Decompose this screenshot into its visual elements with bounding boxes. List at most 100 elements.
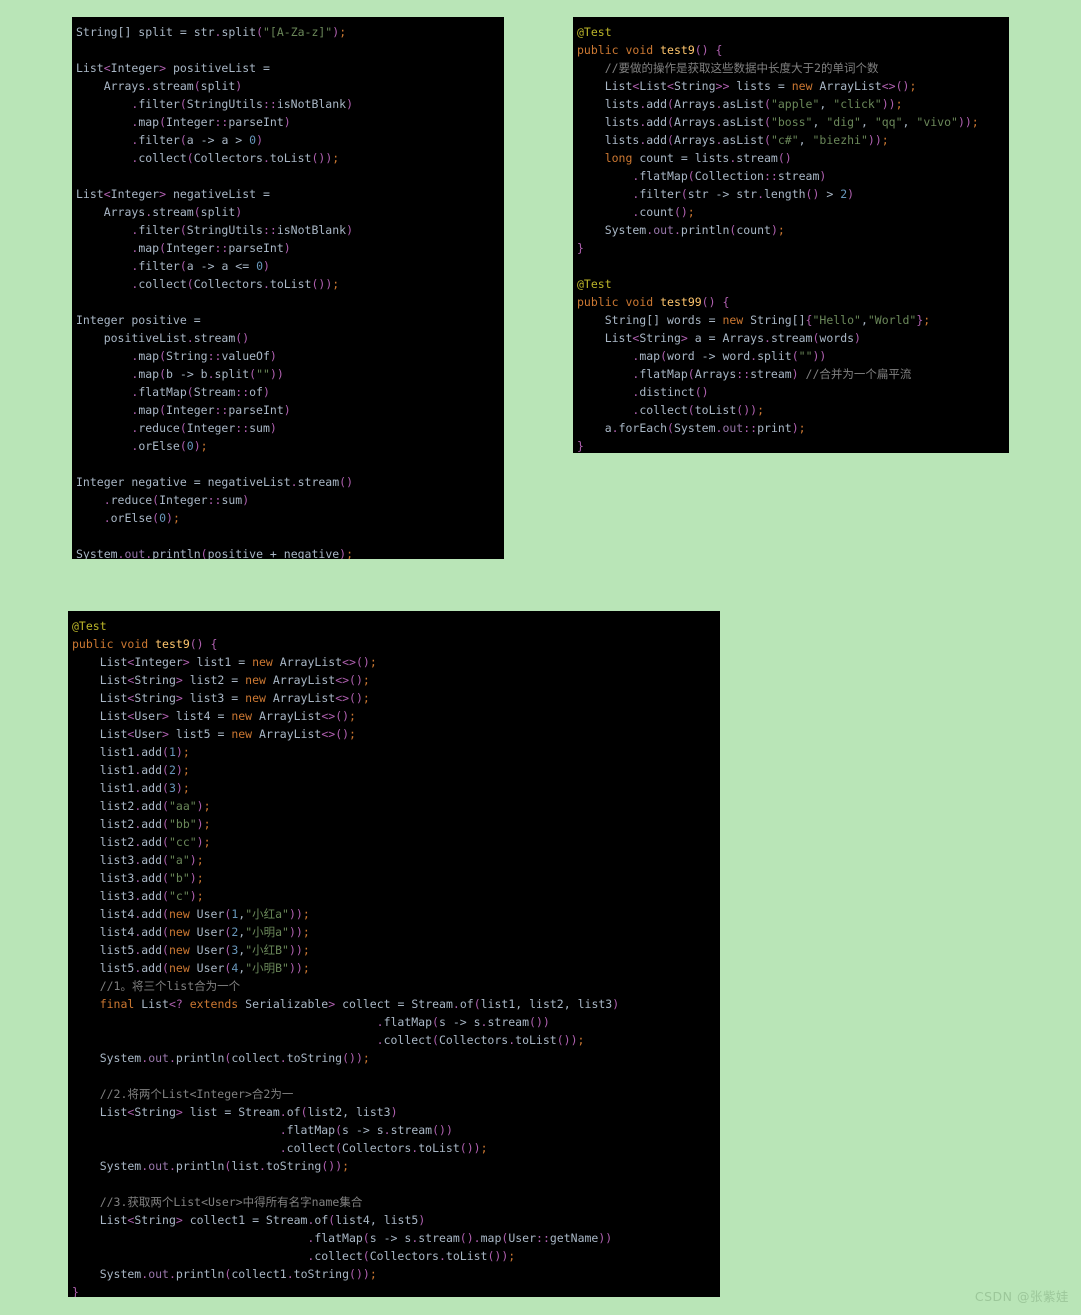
- code-token-op: ->: [355, 1123, 370, 1137]
- code-line: .filter(str -> str.length() > 2): [577, 185, 1009, 203]
- code-token-field: out: [148, 1267, 169, 1281]
- code-token-plain: count: [736, 223, 771, 237]
- code-token-punct: (: [159, 115, 167, 129]
- code-line: }: [577, 437, 1009, 453]
- code-token-op: ->: [715, 187, 730, 201]
- code-token-plain: stream: [297, 475, 340, 489]
- code-line: lists.add(Arrays.asList("boss", "dig", "…: [577, 113, 1009, 131]
- code-line: List<Integer> list1 = new ArrayList<>();: [72, 653, 720, 671]
- code-token-str: "apple": [770, 97, 820, 111]
- code-token-plain: s: [438, 1015, 453, 1029]
- code-token-punct: ()): [529, 1015, 550, 1029]
- code-token-punct: .: [290, 475, 298, 489]
- code-panel-flatmap-wordcount[interactable]: @Test public void test9() { //要做的操作是获取这些数…: [573, 17, 1009, 453]
- code-token-punct: .: [76, 385, 139, 399]
- code-token-punct: ): [473, 1141, 481, 1155]
- code-token-semi: ;: [196, 889, 204, 903]
- code-token-str: "c": [168, 889, 190, 903]
- code-token-punct: <>(): [881, 79, 910, 93]
- code-token-punct: ::: [763, 169, 778, 183]
- code-line: System.out.println(collect.toString());: [72, 1049, 720, 1067]
- code-token-plain: flatMap: [286, 1123, 336, 1137]
- code-line: .collect(Collectors.toList());: [72, 1139, 720, 1157]
- code-token-punct: .: [279, 1051, 287, 1065]
- code-token-plain: Collectors: [342, 1141, 412, 1155]
- code-token-punct: (: [791, 349, 799, 363]
- code-token-punct: (: [193, 79, 201, 93]
- code-line: .filter(a -> a <= 0): [76, 257, 504, 275]
- code-line: List<Integer> negativeList =: [76, 185, 504, 203]
- code-token-op: ->: [179, 367, 194, 381]
- code-token-plain: Integer: [110, 187, 160, 201]
- code-token-plain: reduce: [110, 493, 153, 507]
- code-token-plain: toList: [445, 1249, 488, 1263]
- code-token-punct: >>: [715, 79, 730, 93]
- code-token-plain: isNotBlank: [276, 223, 347, 237]
- code-line: .map(word -> word.split("")): [577, 347, 1009, 365]
- code-token-punct: }: [72, 1285, 79, 1297]
- code-token-punct: <>(): [321, 709, 350, 723]
- code-token-kw: new: [231, 727, 253, 741]
- code-token-plain: add: [141, 961, 163, 975]
- code-token-punct: .: [72, 1123, 287, 1137]
- screenshot-canvas: String[] split = str.split("[A-Za-z]"); …: [0, 0, 1081, 1315]
- code-token-op: =: [193, 475, 201, 489]
- code-token-punct: ): [269, 349, 277, 363]
- code-token-punct: .: [76, 223, 139, 237]
- code-token-punct: <: [103, 61, 111, 75]
- code-token-plain: collect: [383, 1033, 433, 1047]
- code-token-plain: String: [639, 331, 681, 345]
- code-token-punct: ): [570, 1033, 578, 1047]
- code-line: List<String> list3 = new ArrayList<>();: [72, 689, 720, 707]
- code-token-plain: sum: [221, 493, 243, 507]
- code-token-punct: (): [235, 331, 250, 345]
- code-token-plain: flatMap: [138, 385, 187, 399]
- code-token-op: ->: [701, 349, 716, 363]
- code-token-plain: filter: [138, 223, 180, 237]
- code-token-punct: .: [186, 331, 194, 345]
- code-token-op: <=: [235, 259, 250, 273]
- code-token-plain: Stream: [259, 1213, 308, 1227]
- code-token-punct: .: [577, 385, 640, 399]
- code-token-plain: ,: [860, 115, 875, 129]
- code-token-punct: .: [76, 493, 111, 507]
- code-token-plain: ArrayList: [272, 655, 343, 669]
- code-token-plain: print: [757, 421, 792, 435]
- code-token-plain: list: [231, 1159, 260, 1173]
- code-token-punct: ): [283, 115, 291, 129]
- code-line: .reduce(Integer::sum): [76, 419, 504, 437]
- code-token-plain: words: [819, 331, 855, 345]
- code-token-punct: >: [175, 1213, 183, 1227]
- code-line: list5.add(new User(3,"小红B"));: [72, 941, 720, 959]
- code-panel-stream-positive-negative-sum[interactable]: String[] split = str.split("[A-Za-z]"); …: [72, 17, 504, 559]
- code-token-str: "boss": [770, 115, 813, 129]
- code-token-punct: (): [487, 1249, 502, 1263]
- code-token-punct: .: [76, 367, 139, 381]
- code-panel-merge-lists-flatmap[interactable]: @Test public void test9() { List<Integer>…: [68, 611, 720, 1297]
- code-token-punct: (): [321, 1159, 336, 1173]
- code-token-semi: ;: [349, 709, 356, 723]
- code-token-kw: new: [168, 907, 190, 921]
- code-token-plain: add: [141, 763, 163, 777]
- code-token-punct: ): [256, 133, 264, 147]
- code-token-punct: ::: [207, 493, 222, 507]
- code-token-punct: (: [162, 871, 169, 885]
- code-token-punct: .: [259, 1159, 266, 1173]
- code-token-plain: positive: [207, 547, 270, 559]
- code-token-punct: (: [764, 115, 771, 129]
- code-token-plain: Integer: [110, 61, 160, 75]
- code-token-semi: ;: [302, 925, 310, 939]
- code-token-punct: .: [72, 1249, 315, 1263]
- code-token-str: "cc": [168, 835, 197, 849]
- code-line: positiveList.stream(): [76, 329, 504, 347]
- code-token-semi: ;: [172, 511, 180, 525]
- code-line: list2.add("aa");: [72, 797, 720, 815]
- code-line: .collect(Collectors.toList());: [72, 1031, 720, 1049]
- code-token-punct: )): [288, 907, 303, 921]
- code-line: //要做的操作是获取这些数据中长度大于2的单词个数: [577, 59, 1009, 77]
- code-token-punct: >: [175, 1105, 183, 1119]
- code-token-punct: ): [235, 205, 243, 219]
